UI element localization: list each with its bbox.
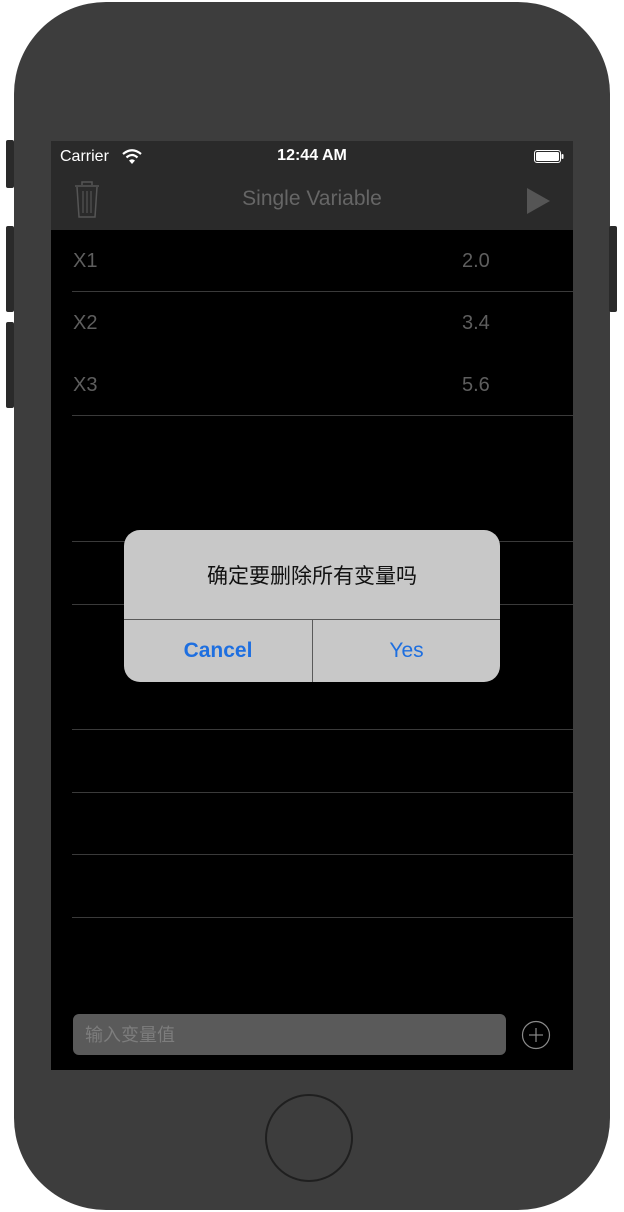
volume-down-button <box>6 322 14 408</box>
add-circle-icon[interactable] <box>521 1020 551 1050</box>
variable-value: 5.6 <box>462 374 490 396</box>
mute-switch <box>6 140 14 188</box>
status-time: 12:44 AM <box>277 147 347 164</box>
variable-name: X3 <box>73 374 98 396</box>
yes-button[interactable]: Yes <box>313 620 500 682</box>
play-icon[interactable] <box>525 187 551 215</box>
navigation-bar: Single Variable <box>51 171 573 230</box>
cancel-button[interactable]: Cancel <box>124 620 312 682</box>
empty-row <box>72 731 573 793</box>
alert-message: 确定要删除所有变量吗 <box>207 565 417 588</box>
list-item[interactable]: X1 2.0 <box>72 230 573 292</box>
home-button[interactable] <box>265 1094 353 1182</box>
row-separator <box>72 854 573 855</box>
status-bar: Carrier 12:44 AM <box>51 141 573 171</box>
nav-title: Single Variable <box>242 187 382 210</box>
row-separator <box>72 917 573 918</box>
variable-value: 2.0 <box>462 250 490 272</box>
volume-up-button <box>6 226 14 312</box>
delete-confirmation-alert: 确定要删除所有变量吗 Cancel Yes <box>124 530 500 682</box>
variable-name: X1 <box>73 250 98 272</box>
list-item[interactable]: X2 3.4 <box>72 292 573 354</box>
battery-icon <box>534 150 564 163</box>
list-item[interactable]: X3 5.6 <box>72 354 573 416</box>
variable-name: X2 <box>73 312 98 334</box>
variable-value: 3.4 <box>462 312 490 334</box>
empty-row <box>72 793 573 855</box>
empty-row <box>72 856 573 918</box>
variable-value-input[interactable] <box>83 1014 497 1057</box>
empty-row <box>72 417 573 479</box>
row-separator <box>72 415 573 416</box>
row-separator <box>72 729 573 730</box>
power-button <box>609 226 617 312</box>
screen: Carrier 12:44 AM Single Variable X1 2.0 … <box>51 141 573 1070</box>
variable-input-container <box>73 1014 506 1057</box>
